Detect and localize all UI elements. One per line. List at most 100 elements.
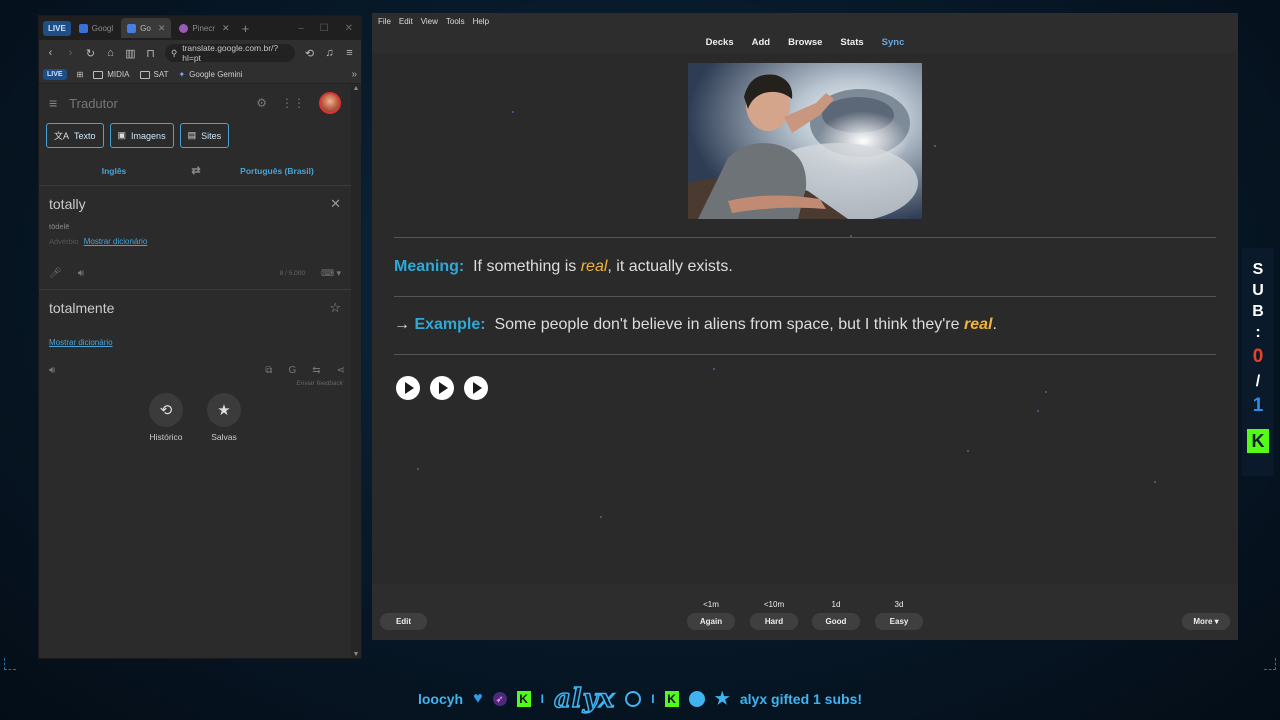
saved-button[interactable]: ★ Salvas <box>207 393 241 442</box>
source-dictionary-row: Advérbio Mostrar dicionário <box>49 237 341 246</box>
listen-translation-icon[interactable]: 🔊︎ <box>49 365 55 376</box>
stats-link[interactable]: Stats <box>840 37 863 48</box>
sub-letter: B <box>1252 303 1264 320</box>
decks-link[interactable]: Decks <box>706 37 734 48</box>
scrollbar[interactable]: ▲ ▼ <box>351 85 361 658</box>
maximize-icon[interactable]: ☐ <box>320 23 329 34</box>
menu-icon[interactable]: ≡ <box>344 47 355 59</box>
microphone-icon[interactable]: 🎤︎ <box>49 268 62 279</box>
play-audio-button[interactable] <box>396 376 420 400</box>
sub-current-count: 0 <box>1252 346 1264 367</box>
tab-label: Imagens <box>131 130 166 141</box>
share-icon[interactable]: ⋖ <box>337 365 345 376</box>
extensions-icon[interactable]: ⟲ <box>304 47 315 60</box>
reader-icon[interactable]: ▥ <box>125 47 136 60</box>
ticker-separator: I <box>651 692 655 706</box>
source-text[interactable]: totally <box>49 196 341 212</box>
menu-help[interactable]: Help <box>473 17 489 26</box>
swap-languages-icon[interactable]: ⇄ <box>189 164 203 177</box>
star-icon: ★ <box>207 393 241 427</box>
keyboard-icon[interactable]: ⌨ ▾ <box>321 268 341 279</box>
anki-window: File Edit View Tools Help Decks Add Brow… <box>372 13 1238 640</box>
forward-icon[interactable]: › <box>65 47 76 59</box>
tab-imagens[interactable]: ▣ Imagens <box>109 123 174 148</box>
avatar[interactable] <box>319 92 341 114</box>
sub-goal-widget: S U B : 0 / 1 K <box>1242 248 1274 476</box>
minimize-icon[interactable]: – <box>298 23 304 34</box>
gear-icon[interactable]: ⚙ <box>256 96 267 110</box>
easy-button[interactable]: Easy <box>875 613 923 630</box>
play-icon <box>405 382 414 394</box>
close-tab-icon[interactable]: ✕ <box>222 23 230 34</box>
bookmark-sat[interactable]: SAT <box>139 70 168 79</box>
add-link[interactable]: Add <box>752 37 770 48</box>
translate-text-icon: 文A <box>54 131 70 141</box>
bookmark-gemini[interactable]: ✦ Google Gemini <box>178 70 242 79</box>
close-window-icon[interactable]: ✕ <box>345 23 353 34</box>
listen-source-icon[interactable]: 🔊︎ <box>78 268 84 279</box>
copy-icon[interactable]: ⧉ <box>265 365 272 376</box>
sub-letter: S <box>1252 261 1264 278</box>
source-language[interactable]: Inglês <box>39 166 189 176</box>
history-button[interactable]: ⟲ Histórico <box>149 393 183 442</box>
bookmark-midia[interactable]: MIDIA <box>93 70 130 79</box>
example-field: → Example: Some people don't believe in … <box>394 316 997 334</box>
target-show-dictionary-link[interactable]: Mostrar dicionário <box>49 338 113 347</box>
sync-link[interactable]: Sync <box>882 37 905 48</box>
save-translation-star-icon[interactable]: ☆ <box>329 300 341 316</box>
home-icon[interactable]: ⌂ <box>105 47 116 59</box>
bookmarks-bar: LIVE ⊞ MIDIA SAT ✦ Google Gemini » <box>39 66 361 84</box>
play-audio-button[interactable] <box>464 376 488 400</box>
anki-toolbar: Decks Add Browse Stats Sync <box>372 31 1238 53</box>
scroll-down-icon[interactable]: ▼ <box>351 651 361 658</box>
close-tab-icon[interactable]: ✕ <box>158 23 166 34</box>
hamburger-menu-icon[interactable]: ≡ <box>49 95 57 111</box>
show-dictionary-link[interactable]: Mostrar dicionário <box>84 237 148 246</box>
menu-edit[interactable]: Edit <box>399 17 413 26</box>
tab-sites[interactable]: ▤ Sites <box>179 123 230 148</box>
pinecrest-icon <box>179 23 189 33</box>
live-badge: LIVE <box>43 20 71 36</box>
menu-tools[interactable]: Tools <box>446 17 465 26</box>
hard-button[interactable]: Hard <box>750 613 798 630</box>
browser-tab-google[interactable]: Googl <box>73 18 119 38</box>
new-tab-icon[interactable]: + <box>242 21 250 36</box>
play-icon <box>473 382 482 394</box>
apps-icon[interactable]: ⋮⋮ <box>281 96 305 110</box>
url-field[interactable]: ⚲ translate.google.com.br/?hl=pt <box>165 43 295 63</box>
source-text-area[interactable]: totally ✕ tōdelē Advérbio Mostrar dicion… <box>39 186 351 290</box>
reload-icon[interactable]: ↻ <box>85 47 96 60</box>
more-bookmarks-icon[interactable]: » <box>351 69 357 80</box>
kick-icon: K <box>516 691 531 707</box>
char-count: 8 / 5.000 <box>279 270 305 277</box>
scroll-up-icon[interactable]: ▲ <box>351 85 361 92</box>
bookmark-label: Google Gemini <box>189 70 243 79</box>
google-icon[interactable]: G <box>288 365 296 376</box>
more-button[interactable]: More ▾ <box>1182 613 1230 630</box>
tab-texto[interactable]: 文A Texto <box>46 123 104 148</box>
play-audio-button[interactable] <box>430 376 454 400</box>
source-tools: 🎤︎ 🔊︎ 8 / 5.000 ⌨ ▾ <box>49 268 341 279</box>
edit-button[interactable]: Edit <box>380 613 427 630</box>
review-card: Meaning: If something is real, it actual… <box>372 53 1238 600</box>
menu-file[interactable]: File <box>378 17 391 26</box>
rate-icon[interactable]: ⇆ <box>312 365 320 376</box>
browser-tab-translate[interactable]: Go ✕ <box>121 18 172 38</box>
browser-tab-pinecrest[interactable]: Pinecr ✕ <box>173 18 235 38</box>
language-selector: Inglês ⇄ Português (Brasil) <box>39 156 351 186</box>
apps-grid-icon[interactable]: ⊞ <box>77 70 84 79</box>
live-bookmark[interactable]: LIVE <box>43 69 67 80</box>
browse-link[interactable]: Browse <box>788 37 822 48</box>
back-icon[interactable]: ‹ <box>45 47 56 59</box>
good-button[interactable]: Good <box>812 613 860 630</box>
again-button[interactable]: Again <box>687 613 735 630</box>
bookmark-icon[interactable]: ⊓ <box>145 47 156 60</box>
target-language[interactable]: Português (Brasil) <box>203 166 351 176</box>
website-icon: ▤ <box>187 130 197 140</box>
menu-view[interactable]: View <box>421 17 438 26</box>
frame-corner <box>1264 658 1276 670</box>
audio-icon[interactable]: ♫ <box>324 47 335 59</box>
hard-interval: <10m <box>763 600 785 609</box>
site-settings-icon[interactable]: ⚲ <box>171 48 177 59</box>
clear-source-icon[interactable]: ✕ <box>330 196 341 212</box>
